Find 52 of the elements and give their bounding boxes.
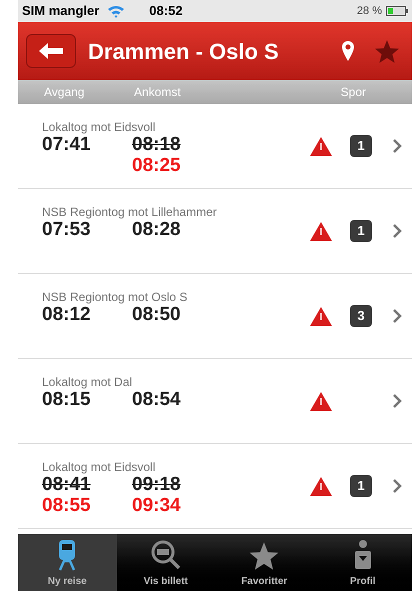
chevron-right-icon <box>393 394 402 408</box>
departure-row[interactable]: NSB Regiontog mot Oslo S 08:12 08:50 3 <box>18 274 412 359</box>
time-text: 08:12 <box>42 304 91 325</box>
train-name: Lokaltog mot Dal <box>42 375 134 389</box>
new-time-text: 09:34 <box>132 495 181 516</box>
star-icon <box>248 541 280 571</box>
departure-row[interactable]: Lokaltog mot Eidsvoll 08:41 08:55 09:18 09:34 1 <box>18 444 412 529</box>
departure-row[interactable]: Lokaltog mot Dal 08:15 08:54 <box>18 359 412 444</box>
wifi-icon <box>107 4 126 18</box>
track-badge: 1 <box>350 135 372 157</box>
time-text: 08:18 <box>132 134 181 155</box>
search-icon <box>150 539 182 571</box>
time-text: 07:41 <box>42 134 91 155</box>
train-name: Lokaltog mot Eidsvoll <box>42 120 156 134</box>
time-text: 08:15 <box>42 389 91 410</box>
clock-text: 08:52 <box>149 2 183 20</box>
window-title: Drammen - Oslo S <box>88 38 279 66</box>
train-name: NSB Regiontog mot Oslo S <box>42 290 188 304</box>
tab[interactable]: Favoritter <box>215 534 314 591</box>
map-pin-icon[interactable] <box>342 41 354 61</box>
time-text: 08:41 <box>42 474 91 495</box>
battery-icon <box>386 6 408 16</box>
chevron-right-icon <box>393 224 402 238</box>
battery-text: 28 % <box>356 4 382 19</box>
chevron-right-icon <box>393 139 402 153</box>
back-button[interactable] <box>26 34 76 68</box>
carrier-text: SIM mangler <box>22 2 100 20</box>
track-badge: 1 <box>350 475 372 497</box>
column-header: Avgang <box>44 84 86 101</box>
chevron-right-icon <box>393 479 402 493</box>
new-time-text: 08:25 <box>132 155 181 176</box>
person-icon <box>352 539 373 571</box>
chevron-right-icon <box>393 309 402 323</box>
time-text: 09:18 <box>132 474 181 495</box>
left-arrow-icon <box>39 43 63 59</box>
departure-row[interactable]: NSB Regiontog mot Lillehammer 07:53 08:28 1 <box>18 189 412 274</box>
column-header: Spor <box>340 84 366 101</box>
tab[interactable]: Vis billett <box>116 534 215 591</box>
tab[interactable]: Profil <box>314 534 412 591</box>
train-name: Lokaltog mot Eidsvoll <box>42 460 156 474</box>
star-icon[interactable] <box>374 38 400 64</box>
time-text: 08:28 <box>132 219 181 240</box>
time-text: 07:53 <box>42 219 91 240</box>
column-header: Ankomst <box>134 84 181 101</box>
tab[interactable]: Ny reise <box>18 534 116 591</box>
train-name: NSB Regiontog mot Lillehammer <box>42 205 218 219</box>
departure-row[interactable]: Lokaltog mot Eidsvoll 07:41 08:18 08:25 1 <box>18 104 412 189</box>
time-text: 08:50 <box>132 304 181 325</box>
new-time-text: 08:55 <box>42 495 91 516</box>
track-badge: 3 <box>350 305 372 327</box>
track-badge: 1 <box>350 220 372 242</box>
time-text: 08:54 <box>132 389 181 410</box>
